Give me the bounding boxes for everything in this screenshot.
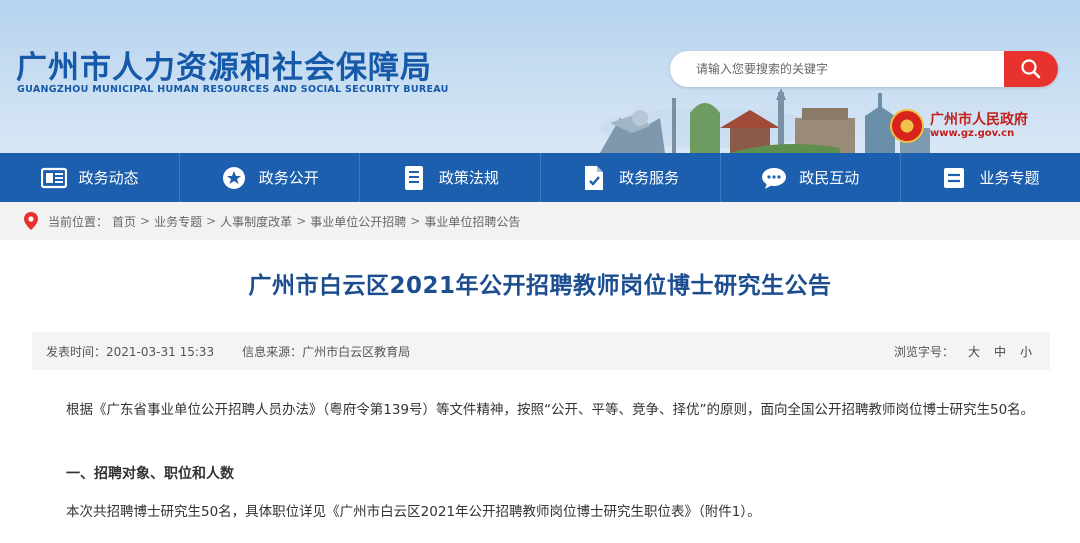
breadcrumb-item-topics[interactable]: 业务专题: [154, 213, 202, 230]
nav-item-label: 业务专题: [979, 169, 1040, 187]
news-icon: [40, 165, 67, 191]
breadcrumb-item-personnel-reform[interactable]: 人事制度改革: [220, 213, 292, 230]
service-icon: [581, 165, 607, 191]
breadcrumb-separator: >: [410, 214, 421, 228]
breadcrumb-label: 当前位置：: [48, 214, 109, 229]
font-size-medium-button[interactable]: 中: [994, 343, 1006, 360]
font-size-controls: 浏览字号： 大 中 小: [894, 332, 1032, 370]
gov-logo[interactable]: 广州市人民政府 www.gz.gov.cn: [890, 106, 1060, 146]
font-size-large-button[interactable]: 大: [968, 343, 980, 360]
site-title[interactable]: 广州市人力资源和社会保障局: [16, 42, 432, 87]
list-icon: [941, 165, 967, 191]
breadcrumb-separator: >: [206, 214, 217, 228]
nav-item-news[interactable]: 政务动态: [0, 153, 181, 202]
nav-item-topics[interactable]: 业务专题: [901, 153, 1080, 202]
breadcrumb: 当前位置： 首页 > 业务专题 > 人事制度改革 > 事业单位公开招聘 > 事业…: [0, 202, 1080, 240]
article-paragraph-intro: 根据《广东省事业单位公开招聘人员办法》（粤府令第139号）等文件精神，按照“公开…: [66, 402, 1035, 418]
chat-icon: [761, 165, 787, 191]
gov-emblem-icon: [890, 109, 924, 143]
nav-item-label: 政民互动: [799, 169, 860, 187]
document-icon: [401, 165, 427, 191]
site-subtitle: GUANGZHOU MUNICIPAL HUMAN RESOURCES AND …: [17, 84, 449, 95]
breadcrumb-item-public-recruitment[interactable]: 事业单位公开招聘: [310, 213, 406, 230]
publish-time: 发表时间：2021-03-31 15:33: [46, 343, 214, 360]
location-pin-icon: [24, 212, 38, 230]
nav-item-disclosure[interactable]: 政务公开: [180, 153, 361, 202]
article-section-heading: 一、招聘对象、职位和人数: [66, 466, 234, 482]
article-meta: 发表时间：2021-03-31 15:33 信息来源：广州市白云区教育局 浏览字…: [32, 332, 1050, 370]
font-size-label: 浏览字号：: [893, 344, 954, 359]
nav-item-label: 政务动态: [78, 169, 139, 187]
article-title: 广州市白云区2021年公开招聘教师岗位博士研究生公告: [248, 273, 832, 299]
nav-item-interaction[interactable]: 政民互动: [721, 153, 901, 202]
search-box: [670, 51, 1058, 87]
nav-item-policy[interactable]: 政策法规: [360, 153, 541, 202]
main-nav: 政务动态 政务公开 政策法规 政务服务 政民互动 业务专题: [0, 153, 1080, 202]
breadcrumb-separator: >: [140, 214, 151, 228]
breadcrumb-item-home[interactable]: 首页: [112, 213, 136, 230]
breadcrumb-item-recruitment-notice[interactable]: 事业单位招聘公告: [424, 213, 520, 230]
info-source-value: 广州市白云区教育局: [302, 344, 411, 359]
search-input[interactable]: [670, 51, 1006, 87]
nav-item-label: 政务公开: [258, 169, 319, 187]
header-banner: 广州市人力资源和社会保障局 GUANGZHOU MUNICIPAL HUMAN …: [0, 0, 1080, 153]
gov-logo-url: www.gz.gov.cn: [930, 128, 1015, 140]
info-source-label: 信息来源：: [242, 344, 303, 359]
search-icon: [1021, 59, 1041, 79]
search-button[interactable]: [1004, 51, 1058, 87]
gov-logo-name: 广州市人民政府: [930, 111, 1028, 128]
nav-item-label: 政策法规: [438, 169, 499, 187]
breadcrumb-separator: >: [296, 214, 307, 228]
font-size-small-button[interactable]: 小: [1020, 343, 1032, 360]
info-source: 信息来源：广州市白云区教育局: [242, 343, 410, 360]
nav-item-label: 政务服务: [619, 169, 680, 187]
publish-time-label: 发表时间：: [46, 344, 107, 359]
nav-item-services[interactable]: 政务服务: [541, 153, 721, 202]
article-paragraph-positions: 本次共招聘博士研究生50名，具体职位详见《广州市白云区2021年公开招聘教师岗位…: [66, 504, 761, 520]
star-icon: [221, 165, 247, 191]
publish-time-value: 2021-03-31 15:33: [106, 344, 215, 359]
